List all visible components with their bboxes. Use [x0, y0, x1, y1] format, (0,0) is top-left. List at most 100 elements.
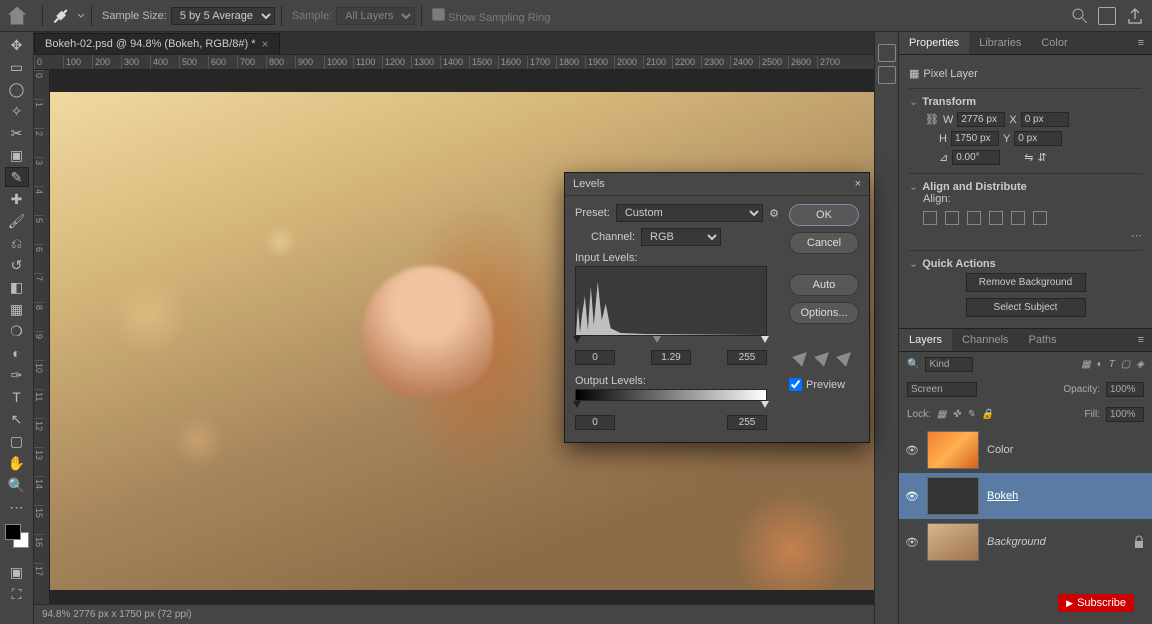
- opacity-field[interactable]: [1106, 382, 1144, 397]
- input-black-field[interactable]: [575, 350, 615, 365]
- marquee-tool[interactable]: ▭: [5, 57, 29, 77]
- chevron-down-icon[interactable]: [77, 12, 85, 20]
- blend-mode-select[interactable]: [907, 382, 977, 397]
- tab-channels[interactable]: Channels: [952, 329, 1018, 351]
- filter-adjust-icon[interactable]: ◐: [1097, 359, 1103, 370]
- output-black-field[interactable]: [575, 415, 615, 430]
- align-top-icon[interactable]: [989, 211, 1003, 225]
- flip-h-icon[interactable]: ⇋: [1024, 151, 1033, 164]
- zoom-tool[interactable]: 🔍: [5, 475, 29, 495]
- panel-icon[interactable]: [878, 66, 896, 84]
- history-brush-tool[interactable]: ↺: [5, 255, 29, 275]
- blur-tool[interactable]: ❍: [5, 321, 29, 341]
- heal-tool[interactable]: ✚: [5, 189, 29, 209]
- white-slider[interactable]: [761, 336, 769, 343]
- brush-tool[interactable]: 🖌: [5, 211, 29, 231]
- filter-pixel-icon[interactable]: ▦: [1081, 359, 1090, 370]
- lock-icon[interactable]: 🔒: [981, 409, 993, 420]
- layer-filter-kind[interactable]: [925, 357, 973, 372]
- y-field[interactable]: [1014, 131, 1062, 146]
- angle-field[interactable]: [952, 150, 1000, 165]
- align-left-icon[interactable]: [923, 211, 937, 225]
- tab-layers[interactable]: Layers: [899, 329, 952, 351]
- wand-tool[interactable]: ✧: [5, 101, 29, 121]
- shape-tool[interactable]: ▢: [5, 431, 29, 451]
- tab-paths[interactable]: Paths: [1019, 329, 1067, 351]
- screenmode-tool[interactable]: ⛶: [5, 584, 29, 604]
- eyedropper-icon[interactable]: [49, 5, 71, 27]
- flip-v-icon[interactable]: ⇵: [1037, 151, 1046, 164]
- mid-slider[interactable]: [653, 336, 661, 343]
- tab-libraries[interactable]: Libraries: [969, 32, 1031, 54]
- section-transform[interactable]: Transform: [922, 96, 976, 108]
- close-icon[interactable]: ×: [262, 37, 269, 51]
- filter-icon[interactable]: 🔍: [907, 359, 919, 370]
- gear-icon[interactable]: ⚙: [769, 207, 779, 220]
- remove-bg-button[interactable]: Remove Background: [966, 273, 1086, 292]
- lock-pos-icon[interactable]: ✜: [952, 409, 960, 420]
- channel-select[interactable]: RGB: [641, 228, 721, 246]
- visibility-icon[interactable]: 👁: [905, 444, 919, 457]
- x-field[interactable]: [1021, 112, 1069, 127]
- color-swatch[interactable]: [5, 524, 29, 548]
- eyedropper-white-icon[interactable]: [836, 347, 856, 367]
- tab-properties[interactable]: Properties: [899, 32, 969, 54]
- black-slider[interactable]: [573, 336, 581, 343]
- input-white-field[interactable]: [727, 350, 767, 365]
- stamp-tool[interactable]: ⎌: [5, 233, 29, 253]
- search-icon[interactable]: [1072, 8, 1088, 24]
- output-sliders[interactable]: [575, 401, 767, 411]
- layer-name[interactable]: Color: [987, 444, 1013, 456]
- panel-menu-icon[interactable]: ≡: [1130, 32, 1152, 54]
- move-tool[interactable]: ✥: [5, 35, 29, 55]
- layer-name[interactable]: Bokeh: [987, 490, 1018, 502]
- pen-tool[interactable]: ✑: [5, 365, 29, 385]
- output-white-field[interactable]: [727, 415, 767, 430]
- preset-select[interactable]: Custom: [616, 204, 763, 222]
- visibility-icon[interactable]: 👁: [905, 490, 919, 503]
- layer-row[interactable]: 👁 Bokeh: [899, 473, 1152, 519]
- workspace-icon[interactable]: [1098, 7, 1116, 25]
- layer-row[interactable]: 👁 Color: [899, 427, 1152, 473]
- align-vcenter-icon[interactable]: [1011, 211, 1025, 225]
- section-quick[interactable]: Quick Actions: [922, 258, 996, 270]
- home-icon[interactable]: [8, 7, 26, 25]
- gradient-tool[interactable]: ▦: [5, 299, 29, 319]
- close-icon[interactable]: ×: [855, 178, 861, 190]
- panel-menu-icon[interactable]: ≡: [1130, 329, 1152, 351]
- path-tool[interactable]: ↖: [5, 409, 29, 429]
- preview-check[interactable]: Preview: [789, 378, 859, 391]
- tab-color[interactable]: Color: [1031, 32, 1077, 54]
- panel-icon[interactable]: [878, 44, 896, 62]
- lock-pixel-icon[interactable]: ✎: [967, 409, 975, 420]
- filter-smart-icon[interactable]: ◈: [1136, 359, 1144, 370]
- sample-size-select[interactable]: 5 by 5 Average: [171, 7, 275, 25]
- link-icon[interactable]: ⛓: [925, 113, 939, 126]
- out-white-slider[interactable]: [761, 401, 769, 408]
- section-align[interactable]: Align and Distribute: [922, 181, 1027, 193]
- align-hcenter-icon[interactable]: [945, 211, 959, 225]
- out-black-slider[interactable]: [573, 401, 581, 408]
- layer-name[interactable]: Background: [987, 536, 1046, 548]
- document-tab[interactable]: Bokeh-02.psd @ 94.8% (Bokeh, RGB/8#) * ×: [34, 33, 280, 54]
- align-right-icon[interactable]: [967, 211, 981, 225]
- eyedropper-gray-icon[interactable]: [814, 347, 834, 367]
- input-sliders[interactable]: [575, 336, 767, 346]
- fill-field[interactable]: [1106, 407, 1144, 422]
- input-mid-field[interactable]: [651, 350, 691, 365]
- eraser-tool[interactable]: ◧: [5, 277, 29, 297]
- height-field[interactable]: [951, 131, 999, 146]
- frame-tool[interactable]: ▣: [5, 145, 29, 165]
- more-icon[interactable]: ⋯: [909, 229, 1142, 242]
- lasso-tool[interactable]: ◯: [5, 79, 29, 99]
- options-button[interactable]: Options...: [789, 302, 859, 324]
- visibility-icon[interactable]: 👁: [905, 536, 919, 549]
- layer-row[interactable]: 👁 Background: [899, 519, 1152, 565]
- eyedropper-tool[interactable]: ✎: [5, 167, 29, 187]
- eyedropper-black-icon[interactable]: [792, 347, 812, 367]
- align-bottom-icon[interactable]: [1033, 211, 1047, 225]
- hand-tool[interactable]: ✋: [5, 453, 29, 473]
- crop-tool[interactable]: ✂: [5, 123, 29, 143]
- cancel-button[interactable]: Cancel: [789, 232, 859, 254]
- quickmask-tool[interactable]: ▣: [5, 562, 29, 582]
